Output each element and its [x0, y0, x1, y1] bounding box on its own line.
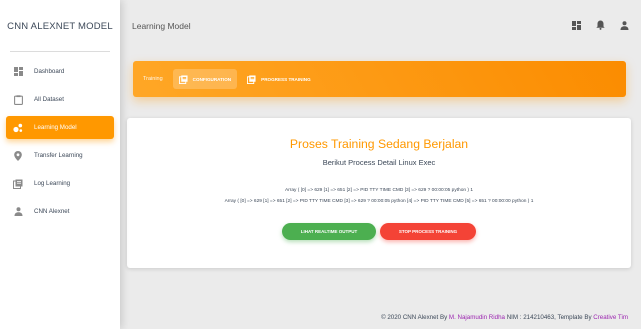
dashboard-icon[interactable] — [571, 20, 581, 30]
library-books-icon — [13, 179, 23, 189]
sidebar-item-cnn-alexnet[interactable]: CNN Alexnet — [6, 200, 114, 223]
footer-copyright: © 2020 CNN Alexnet By — [381, 314, 449, 321]
stop-training-button[interactable]: STOP PROCESS TRAINING — [380, 223, 476, 240]
tabs-label: Training — [143, 76, 163, 82]
card-subtitle: Berikut Process Detail Linux Exec — [322, 158, 436, 167]
training-status-card: Proses Training Sedang Berjalan Berikut … — [127, 118, 631, 268]
sidebar-item-label: CNN Alexnet — [34, 208, 70, 215]
tab-progress-training[interactable]: PROGRESS TRAINING — [241, 69, 317, 89]
dashboard-icon — [13, 67, 23, 77]
card-title: Proses Training Sedang Berjalan — [289, 137, 469, 151]
library-books-icon — [247, 74, 256, 84]
tab-configuration[interactable]: CONFIGURATION — [172, 69, 238, 89]
clipboard-icon — [13, 94, 23, 105]
sidebar-item-log-learning[interactable]: Log Learning — [6, 172, 114, 195]
card-header-tabs: Training CONFIGURATION PROGRESS TRAINING — [133, 61, 626, 97]
creative-tim-link[interactable]: Creative Tim — [593, 314, 628, 321]
sidebar-item-transfer-learning[interactable]: Transfer Learning — [6, 144, 114, 167]
navbar-actions — [571, 20, 629, 30]
tab-label: CONFIGURATION — [192, 76, 232, 82]
footer-nim: NIM : 214210463, Template By — [504, 314, 594, 321]
sidebar-item-learning-model[interactable]: Learning Model — [6, 116, 114, 139]
page-title[interactable]: Learning Model — [132, 21, 191, 31]
process-output-line: Array ( [0] => 629 [1] => 651 [2] => PID… — [224, 199, 534, 204]
sidebar: CNN ALEXNET MODEL Dashboard All Dataset … — [0, 0, 120, 329]
sidebar-item-label: Transfer Learning — [34, 152, 83, 159]
sidebar-item-label: Dashboard — [34, 68, 65, 75]
person-icon — [13, 207, 23, 217]
footer: © 2020 CNN Alexnet By M. Najamudin Ridha… — [381, 314, 628, 321]
location-pin-icon — [13, 150, 23, 161]
sidebar-nav: Dashboard All Dataset Learning Model Tra… — [0, 52, 120, 223]
tab-label: PROGRESS TRAINING — [261, 76, 311, 82]
person-icon[interactable] — [619, 20, 629, 30]
sidebar-item-dashboard[interactable]: Dashboard — [6, 60, 114, 83]
top-navbar: Learning Model — [120, 0, 641, 52]
sidebar-item-label: All Dataset — [34, 96, 64, 103]
realtime-output-button[interactable]: LIHAT REALTIME OUTPUT — [282, 223, 376, 240]
brand-title[interactable]: CNN ALEXNET MODEL — [0, 0, 120, 52]
author-link[interactable]: M. Najamudin Ridha — [449, 314, 505, 321]
sidebar-item-all-dataset[interactable]: All Dataset — [6, 88, 114, 111]
sidebar-item-label: Learning Model — [34, 124, 77, 131]
process-output-line: Array ( [0] => 629 [1] => 651 [2] => PID… — [285, 188, 473, 193]
sidebar-item-label: Log Learning — [34, 180, 71, 187]
notifications-icon[interactable] — [595, 20, 605, 30]
card-actions: LIHAT REALTIME OUTPUT STOP PROCESS TRAIN… — [127, 223, 631, 240]
bubble-chart-icon — [13, 123, 23, 133]
library-books-icon — [178, 74, 188, 84]
